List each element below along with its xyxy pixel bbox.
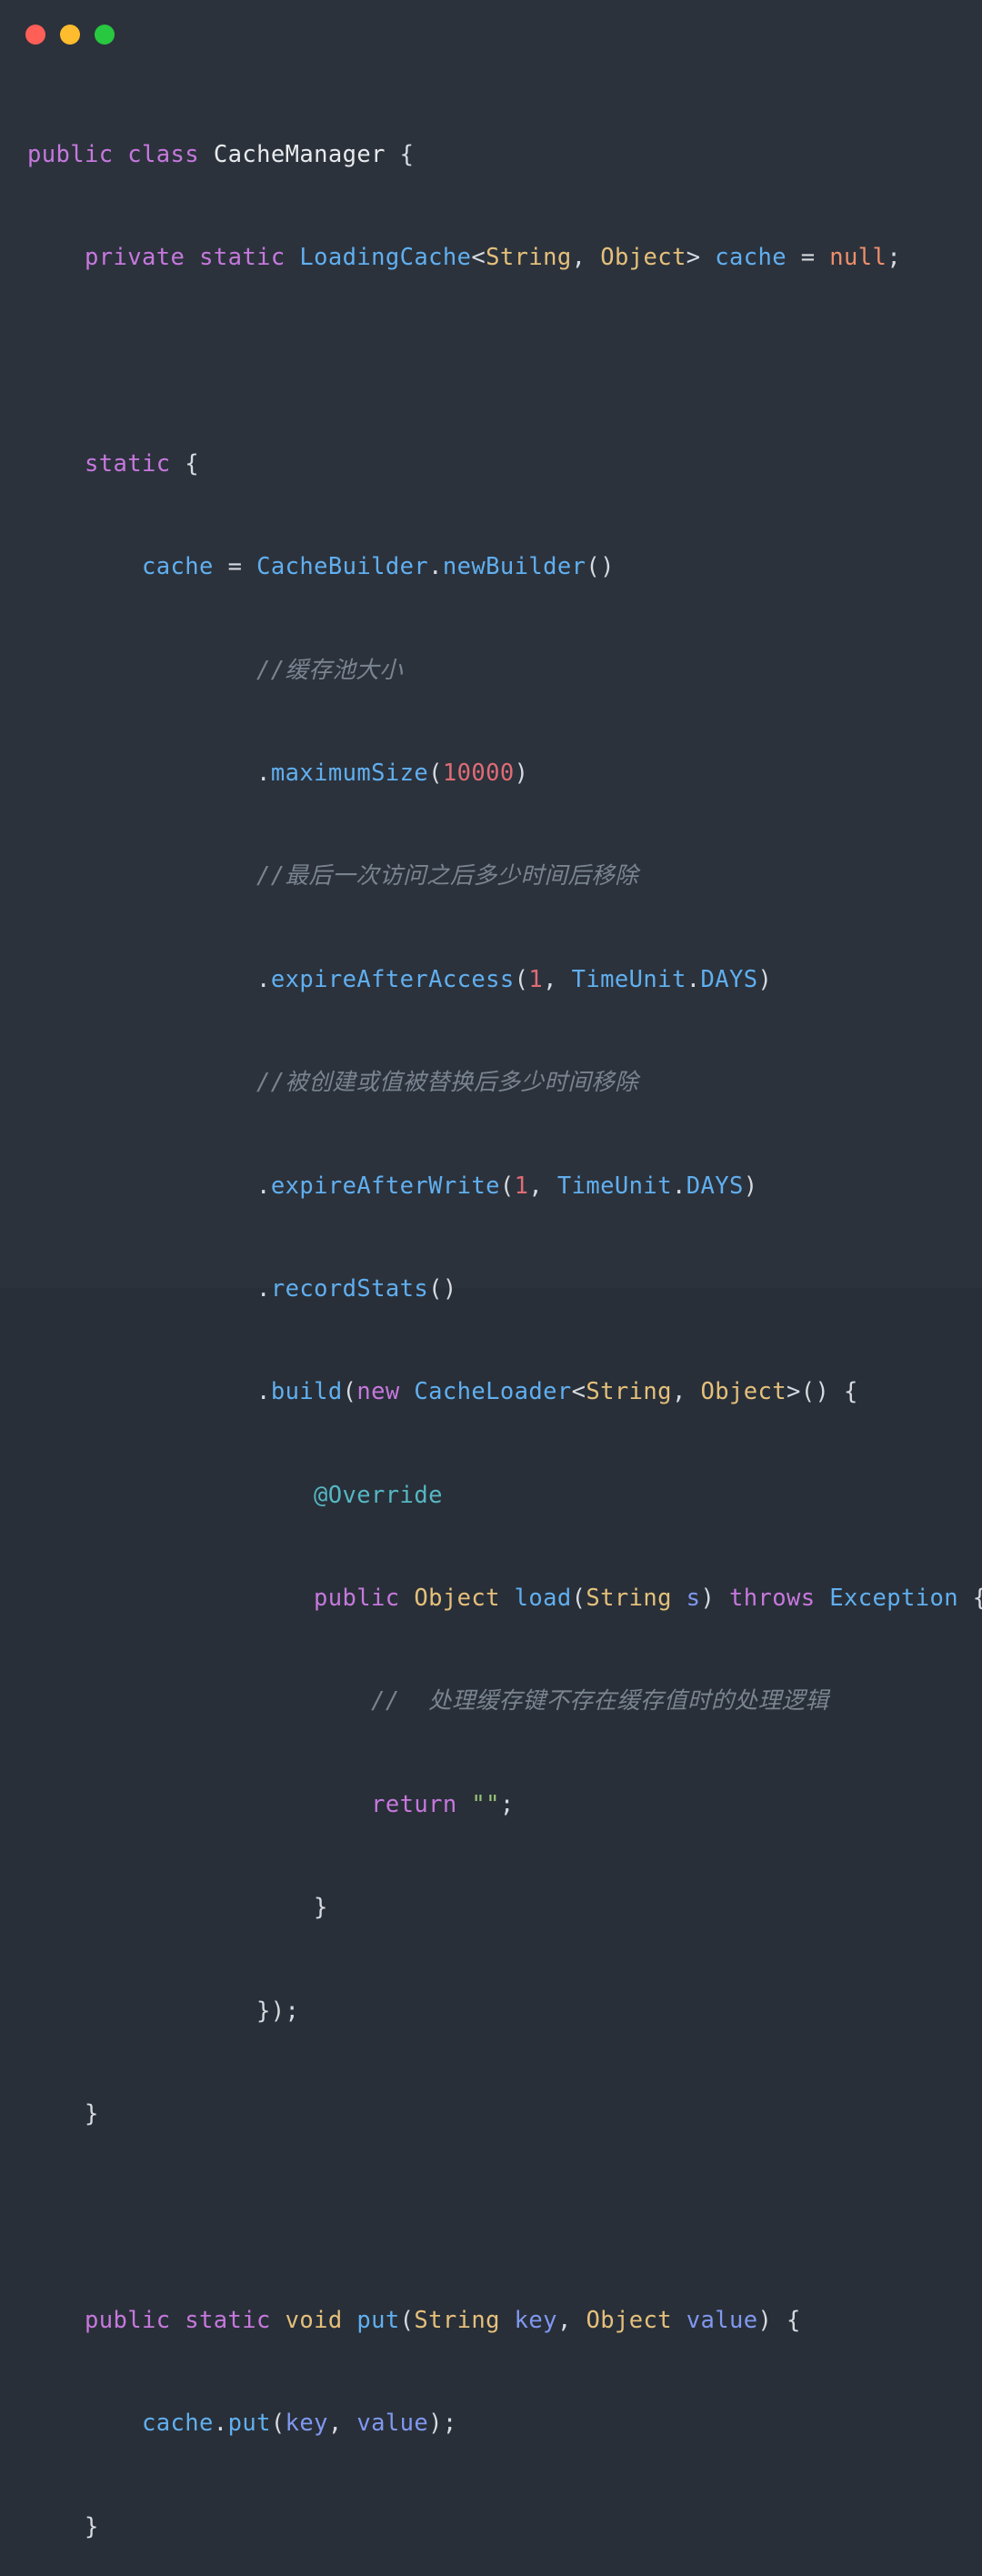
code-line: cache = CacheBuilder.newBuilder() [142,553,615,581]
code-line: } [314,1894,328,1922]
code-block[interactable]: public class CacheManager { private stat… [0,69,982,2576]
code-line-annotation: @Override [314,1481,443,1509]
code-line-comment: // 处理缓存键不存在缓存值时的处理逻辑 [371,1687,829,1716]
code-line: static { [85,449,200,478]
code-line: public class CacheManager { [27,140,415,168]
code-line: private static LoadingCache<String, Obje… [85,243,902,271]
close-button[interactable] [25,25,45,45]
code-line-comment: //最后一次访问之后多少时间后移除 [256,862,639,891]
code-line: return ""; [371,1790,515,1818]
code-editor-window: public class CacheManager { private stat… [0,0,982,2541]
code-line: public Object load(String s) throws Exce… [314,1585,982,1613]
minimize-button[interactable] [60,25,80,45]
code-line-comment: //被创建或值被替换后多少时间移除 [256,1069,639,1097]
title-bar [0,0,982,69]
code-line: public static void put(String key, Objec… [85,2306,801,2334]
code-line: .build(new CacheLoader<String, Object>()… [256,1378,858,1406]
code-line: } [85,2100,99,2128]
code-line: .expireAfterAccess(1, TimeUnit.DAYS) [256,965,773,993]
code-line: .expireAfterWrite(1, TimeUnit.DAYS) [256,1172,758,1200]
code-line: } [85,2512,99,2541]
code-line: cache.put(key, value); [142,2410,457,2438]
maximize-button[interactable] [95,25,115,45]
code-line: }); [256,1997,300,2025]
code-line: .maximumSize(10000) [256,759,529,787]
code-line: .recordStats() [256,1274,457,1303]
code-line-comment: //缓存池大小 [256,656,404,684]
